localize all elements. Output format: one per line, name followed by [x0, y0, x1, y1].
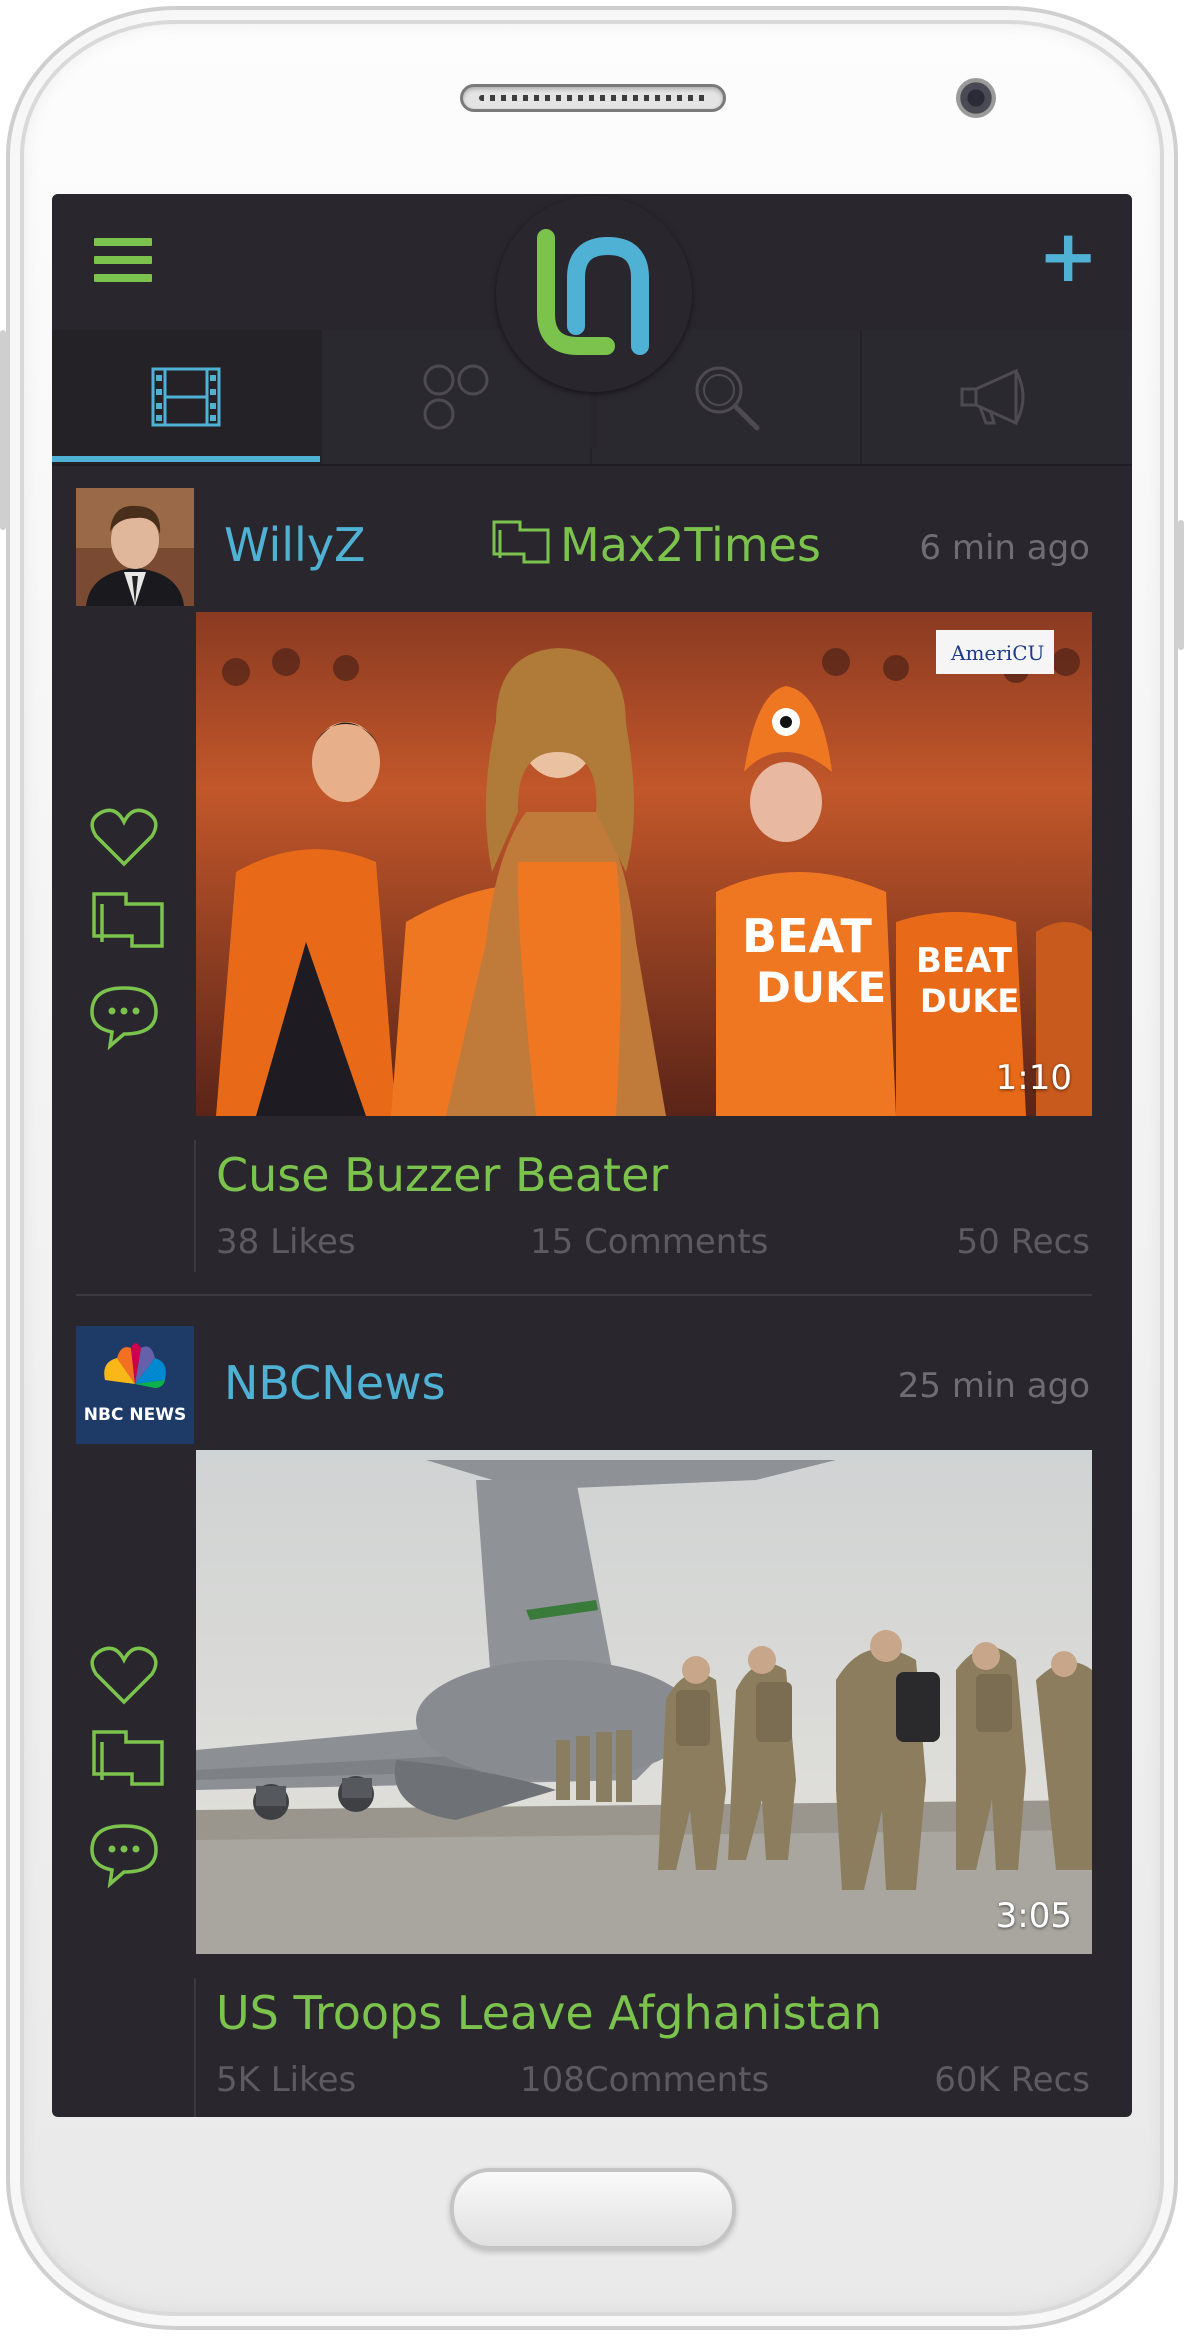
post-title[interactable]: US Troops Leave Afghanistan: [216, 1986, 882, 2040]
comment-bubble-icon[interactable]: [88, 984, 160, 1051]
avatar[interactable]: [76, 488, 194, 606]
earpiece-speaker: [460, 84, 726, 112]
svg-text:DUKE: DUKE: [756, 963, 886, 1012]
post-recs-count[interactable]: 50 Recs: [957, 1222, 1091, 1262]
reshare-icon[interactable]: [88, 890, 164, 954]
tabs-divider: [52, 464, 1132, 466]
svg-text:BEAT: BEAT: [916, 941, 1013, 981]
plus-icon[interactable]: +: [1038, 220, 1098, 292]
active-tab-indicator: [52, 456, 320, 462]
megaphone-icon: [960, 368, 1025, 426]
home-button[interactable]: [450, 2168, 736, 2250]
post-divider-line: [194, 1978, 196, 2117]
svg-text:DUKE: DUKE: [920, 982, 1019, 1020]
circles-icon: [423, 364, 489, 430]
tab-broadcast[interactable]: [862, 330, 1130, 464]
post-comments-count[interactable]: 15 Comments: [530, 1222, 768, 1262]
video-duration: 3:05: [995, 1896, 1072, 1936]
video-thumbnail[interactable]: AmeriCU BEAT DUKE BEAT DUKE 1:10: [196, 612, 1092, 1116]
power-button: [1178, 520, 1184, 650]
avatar[interactable]: NBC NEWS: [76, 1326, 194, 1444]
reshare-icon[interactable]: [88, 1728, 164, 1792]
video-thumbnail[interactable]: 3:05: [196, 1450, 1092, 1954]
post-divider-line: [194, 1140, 196, 1272]
reshared-by-username[interactable]: Max2Times: [560, 518, 821, 572]
volume-button: [0, 330, 6, 530]
film-strip-icon: [151, 367, 221, 427]
app-logo-icon[interactable]: [496, 196, 692, 392]
video-duration: 1:10: [995, 1058, 1072, 1098]
nbc-news-logo-text: NBC NEWS: [84, 1405, 186, 1425]
search-icon: [695, 366, 760, 431]
like-heart-icon[interactable]: [88, 1644, 160, 1708]
post-title[interactable]: Cuse Buzzer Beater: [216, 1148, 668, 1202]
hamburger-menu-icon[interactable]: [94, 238, 152, 288]
tab-videos[interactable]: [52, 330, 320, 464]
feed-post: WillyZ Max2Times 6 min ago AmeriCU BEAT …: [52, 488, 1132, 1272]
post-time: 25 min ago: [897, 1366, 1090, 1406]
reshare-icon: [490, 518, 552, 570]
post-likes-count[interactable]: 38 Likes: [216, 1222, 356, 1262]
post-time: 6 min ago: [919, 528, 1090, 568]
svg-text:AmeriCU: AmeriCU: [950, 641, 1044, 665]
feed-divider: [76, 1294, 1092, 1296]
app-screen: + WillyZ Max2Times 6 min ago AmeriCU BEA…: [52, 194, 1132, 2117]
feed-post: NBC NEWS NBCNews 25 min ago 3:05 US Troo…: [52, 1326, 1132, 2117]
logo-stem: [590, 384, 598, 448]
svg-text:BEAT: BEAT: [742, 909, 873, 963]
post-likes-count[interactable]: 5K Likes: [216, 2060, 356, 2100]
comment-bubble-icon[interactable]: [88, 1822, 160, 1889]
front-camera: [956, 78, 996, 118]
post-comments-count[interactable]: 108Comments: [520, 2060, 769, 2100]
post-username[interactable]: NBCNews: [224, 1356, 446, 1410]
post-recs-count[interactable]: 60K Recs: [934, 2060, 1090, 2100]
post-username[interactable]: WillyZ: [224, 518, 366, 572]
like-heart-icon[interactable]: [88, 806, 160, 870]
